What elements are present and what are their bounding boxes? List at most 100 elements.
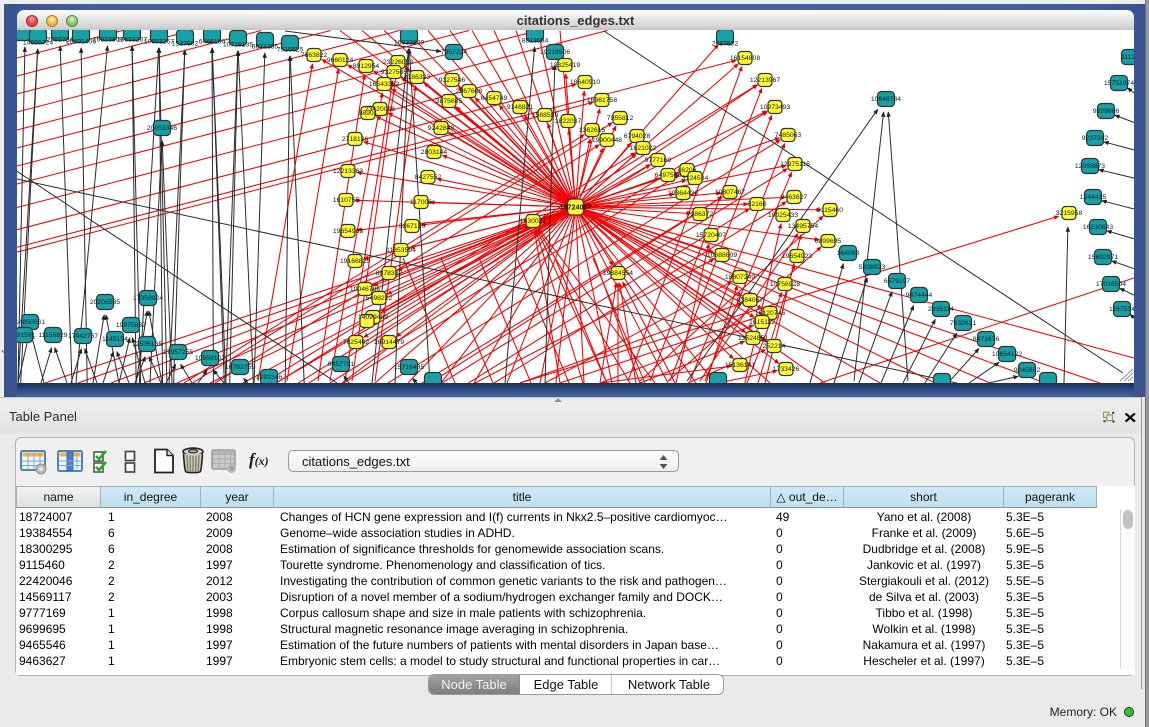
svg-text:12975115: 12975115 [780,161,810,168]
svg-text:1527602: 1527602 [172,40,199,47]
svg-text:17957255: 17957255 [163,349,193,356]
svg-text:11156829: 11156829 [38,332,67,339]
svg-text:9777169: 9777169 [645,157,672,164]
svg-text:16033809: 16033809 [394,39,424,46]
svg-text:19654923: 19654923 [782,253,812,260]
svg-text:8454749: 8454749 [481,95,508,102]
svg-text:16154808: 16154808 [730,55,760,62]
svg-text:3124534: 3124534 [682,175,709,182]
svg-text:12213967: 12213967 [750,77,780,84]
svg-text:6794028: 6794028 [624,133,651,140]
svg-text:8186323: 8186323 [404,74,431,81]
svg-text:18640910: 18640910 [570,79,600,86]
svg-text:2803144: 2803144 [421,149,448,156]
svg-text:16914479: 16914479 [374,339,404,346]
svg-text:9227342: 9227342 [1082,135,1109,142]
svg-text:20364436: 20364436 [668,190,698,197]
svg-text:6899695: 6899695 [815,238,842,245]
svg-text:9463627: 9463627 [781,194,808,201]
svg-text:17359924: 17359924 [133,295,163,302]
svg-text:5938923: 5938923 [859,264,886,271]
svg-text:12213363: 12213363 [333,168,363,175]
svg-text:7515525: 7515525 [277,46,304,53]
svg-text:9146821: 9146821 [507,104,534,111]
svg-text:9474444: 9474444 [906,292,933,299]
svg-text:11124: 11124 [1121,54,1134,61]
svg-text:9457791: 9457791 [328,361,355,368]
svg-text:20206535: 20206535 [90,299,120,306]
svg-text:12093873: 12093873 [1075,163,1105,170]
svg-text:16543362: 16543362 [369,81,399,88]
svg-text:7955812: 7955812 [607,115,634,122]
svg-text:2867608: 2867608 [456,88,483,95]
svg-text:15692971: 15692971 [1088,254,1118,261]
svg-text:15720407: 15720407 [696,232,726,239]
svg-text:12505135: 12505135 [132,341,162,348]
svg-text:6466160: 6466160 [199,39,226,46]
svg-text:1733426: 1733426 [773,366,800,373]
svg-text:8427552: 8427552 [415,174,442,181]
svg-text:164093: 164093 [837,250,860,257]
svg-text:16782759: 16782759 [225,364,255,371]
svg-text:23226058: 23226058 [383,59,413,66]
svg-text:19654983: 19654983 [333,228,363,235]
svg-text:19384554: 19384554 [603,270,633,277]
svg-text:7986372: 7986372 [687,211,714,218]
svg-text:9384067: 9384067 [737,297,764,304]
svg-text:3267130: 3267130 [399,223,426,230]
svg-text:10653267: 10653267 [144,39,174,46]
svg-text:13325419: 13325419 [550,62,580,69]
svg-text:8471676: 8471676 [973,336,1000,343]
svg-text:1145194: 1145194 [102,336,128,343]
svg-text:14850061: 14850061 [17,319,45,326]
svg-text:8813054: 8813054 [522,38,549,45]
svg-text:13524851: 13524851 [738,335,768,342]
svg-text:1362615: 1362615 [579,127,606,134]
svg-text:19975887: 19975887 [116,322,146,329]
svg-text:18724007: 18724007 [560,204,592,212]
svg-text:1530021: 1530021 [520,218,547,225]
svg-text:62160: 62160 [748,201,767,208]
svg-text:19900448: 19900448 [592,137,622,144]
svg-text:16120746: 16120746 [755,310,785,317]
svg-text:15751074: 15751074 [1104,80,1134,87]
svg-text:10025433: 10025433 [768,212,798,219]
svg-text:10958107: 10958107 [195,355,225,362]
svg-text:8912954: 8912954 [353,63,380,70]
svg-text:18807249: 18807249 [725,274,755,281]
svg-text:1615112: 1615112 [749,319,775,326]
svg-text:391591: 391591 [17,332,36,339]
svg-text:16961758: 16961758 [587,97,617,104]
svg-text:9660124: 9660124 [327,57,354,64]
svg-text:1244415: 1244415 [1080,194,1107,201]
svg-text:7632621: 7632621 [950,320,977,327]
svg-text:2887682: 2887682 [712,40,739,47]
svg-text:7357224: 7357224 [441,49,468,56]
svg-text:15136141: 15136141 [725,362,755,369]
svg-text:7625402: 7625402 [343,339,370,346]
svg-text:9245652: 9245652 [1014,367,1041,374]
svg-text:17942757: 17942757 [68,333,98,340]
svg-text:10719135: 10719135 [223,42,253,49]
svg-text:14099489: 14099489 [358,314,388,321]
svg-text:10973493: 10973493 [760,104,790,111]
svg-text:20691406: 20691406 [66,39,96,46]
svg-text:13495754: 13495754 [788,223,818,230]
svg-text:6671355: 6671355 [252,43,279,50]
svg-text:2935114: 2935114 [928,306,954,313]
svg-text:19218506: 19218506 [540,49,570,56]
svg-text:10756928: 10756928 [770,281,800,288]
svg-text:16210643: 16210643 [1083,224,1113,231]
svg-text:10688609: 10688609 [707,252,737,259]
svg-text:11353594: 11353594 [386,247,416,254]
svg-text:20053346: 20053346 [147,125,177,132]
svg-text:15716485: 15716485 [394,364,424,371]
svg-text:7663822: 7663822 [301,52,328,59]
svg-text:9242848: 9242848 [428,125,455,132]
svg-text:9327546: 9327546 [439,77,466,84]
svg-text:10046786: 10046786 [350,286,380,293]
svg-text:10654122: 10654122 [992,351,1022,358]
svg-text:252214: 252214 [763,343,786,350]
svg-text:17016504: 17016504 [1096,281,1126,288]
svg-text:2718126: 2718126 [342,136,369,143]
